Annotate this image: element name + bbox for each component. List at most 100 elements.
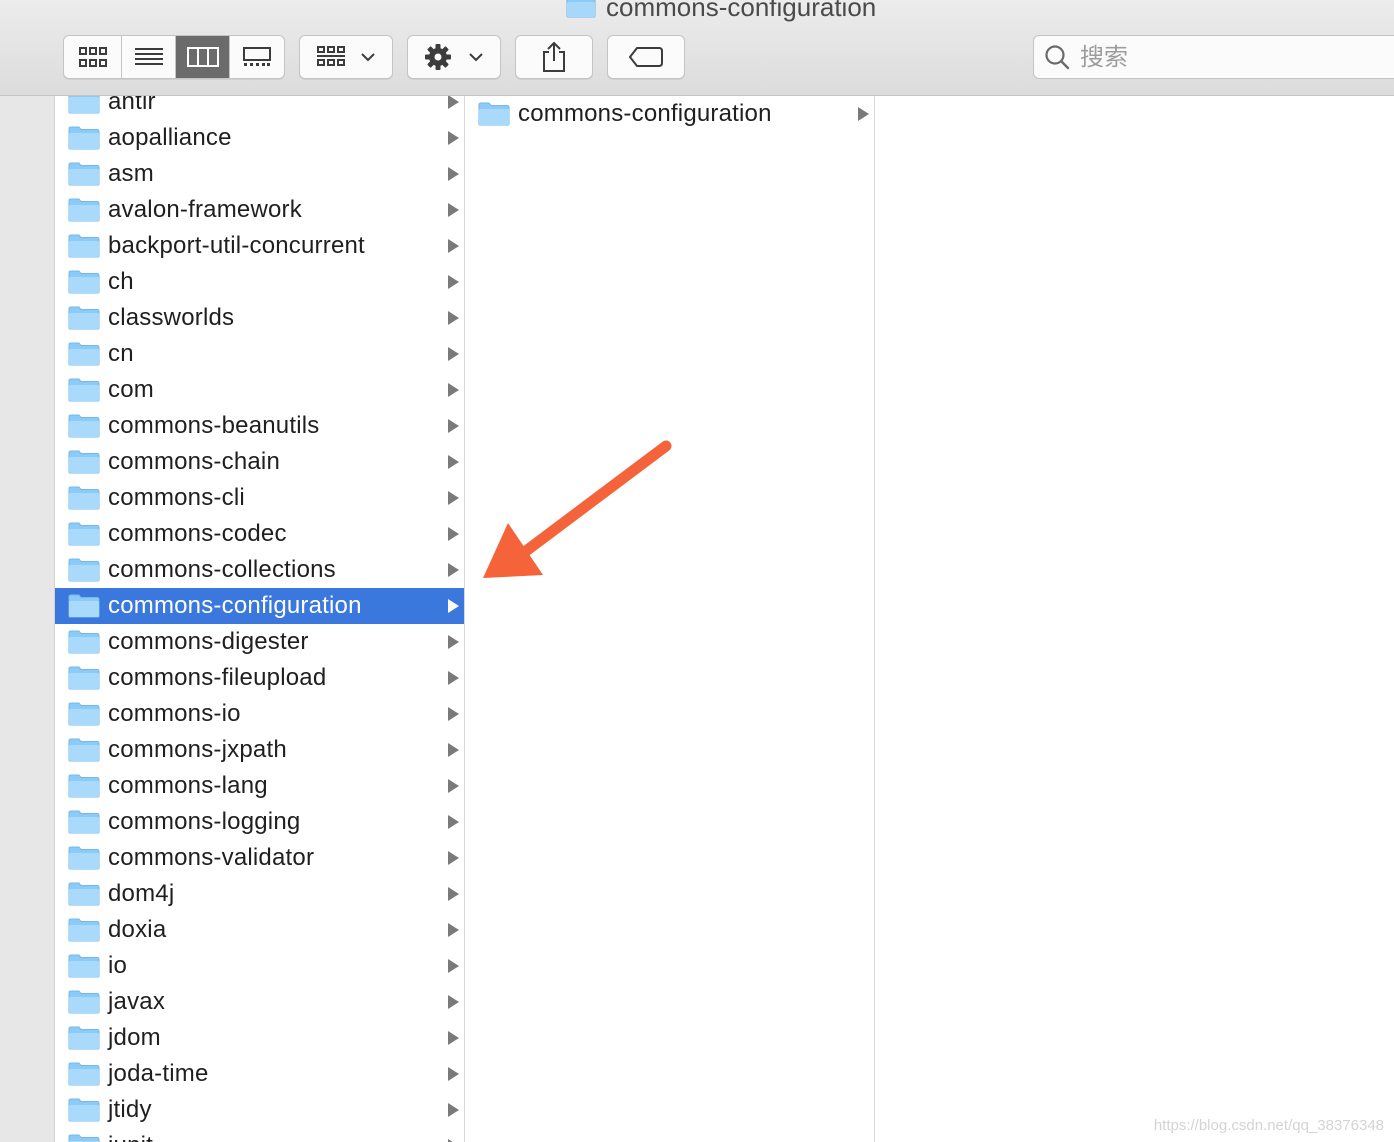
tag-icon <box>629 47 663 67</box>
folder-row[interactable]: commons-beanutils <box>55 408 464 444</box>
folder-name: aopalliance <box>108 124 232 151</box>
folder-list: antlr aopalliance asm avalon-framework b… <box>55 96 464 1142</box>
search-field[interactable] <box>1033 35 1394 79</box>
folder-name: commons-validator <box>108 844 315 871</box>
folder-row[interactable]: antlr <box>55 96 464 120</box>
folder-row[interactable]: asm <box>55 156 464 192</box>
folder-row[interactable]: junit <box>55 1128 464 1142</box>
view-mode-control <box>63 35 285 79</box>
chevron-down-icon <box>469 53 483 62</box>
folder-row[interactable]: backport-util-concurrent <box>55 228 464 264</box>
folder-row[interactable]: commons-lang <box>55 768 464 804</box>
folder-row[interactable]: commons-fileupload <box>55 660 464 696</box>
action-menu-content <box>408 36 500 78</box>
disclosure-arrow-icon <box>448 1067 459 1081</box>
folder-icon <box>68 774 100 798</box>
folder-name: jdom <box>108 1024 161 1051</box>
folder-row[interactable]: avalon-framework <box>55 192 464 228</box>
icon-view-button[interactable] <box>64 36 122 78</box>
disclosure-arrow-icon <box>448 527 459 541</box>
folder-row[interactable]: commons-logging <box>55 804 464 840</box>
disclosure-arrow-icon <box>858 107 869 121</box>
tag-button[interactable] <box>607 35 685 79</box>
window-title-text: commons-configuration <box>606 0 877 22</box>
folder-row[interactable]: commons-codec <box>55 516 464 552</box>
group-by-button[interactable] <box>299 35 393 79</box>
disclosure-arrow-icon <box>448 275 459 289</box>
list-view-button[interactable] <box>122 36 176 78</box>
folder-icon <box>68 990 100 1014</box>
folder-name: com <box>108 376 154 403</box>
column-view-button[interactable] <box>176 36 230 78</box>
folder-row[interactable]: commons-chain <box>55 444 464 480</box>
share-button[interactable] <box>515 35 593 79</box>
search-icon <box>1045 45 1070 70</box>
folder-row[interactable]: javax <box>55 984 464 1020</box>
folder-name: dom4j <box>108 880 175 907</box>
folder-row[interactable]: commons-collections <box>55 552 464 588</box>
folder-name: jtidy <box>108 1096 152 1123</box>
folder-name: commons-digester <box>108 628 309 655</box>
disclosure-arrow-icon <box>448 491 459 505</box>
folder-row[interactable]: cn <box>55 336 464 372</box>
action-menu-button[interactable] <box>407 35 501 79</box>
folder-row[interactable]: commons-validator <box>55 840 464 876</box>
folder-name: javax <box>108 988 166 1015</box>
folder-row[interactable]: commons-io <box>55 696 464 732</box>
disclosure-arrow-icon <box>448 419 459 433</box>
chevron-down-icon <box>361 53 375 62</box>
folder-row[interactable]: aopalliance <box>55 120 464 156</box>
folder-name: commons-jxpath <box>108 736 287 763</box>
disclosure-arrow-icon <box>448 707 459 721</box>
folder-name: commons-configuration <box>108 592 362 619</box>
folder-row[interactable]: jtidy <box>55 1092 464 1128</box>
disclosure-arrow-icon <box>448 851 459 865</box>
folder-row[interactable]: commons-cli <box>55 480 464 516</box>
folder-row[interactable]: joda-time <box>55 1056 464 1092</box>
disclosure-arrow-icon <box>448 311 459 325</box>
folder-name: commons-beanutils <box>108 412 320 439</box>
folder-name: commons-codec <box>108 520 287 547</box>
folder-icon <box>566 0 596 18</box>
folder-row[interactable]: dom4j <box>55 876 464 912</box>
folder-row[interactable]: classworlds <box>55 300 464 336</box>
folder-icon <box>68 414 100 438</box>
folder-list: commons-configuration <box>465 96 874 132</box>
folder-icon <box>68 234 100 258</box>
gallery-view-button[interactable] <box>230 36 284 78</box>
folder-row[interactable]: ch <box>55 264 464 300</box>
folder-icon <box>68 954 100 978</box>
folder-name: classworlds <box>108 304 235 331</box>
search-input[interactable] <box>1078 42 1382 72</box>
disclosure-arrow-icon <box>448 96 459 109</box>
disclosure-arrow-icon <box>448 383 459 397</box>
disclosure-arrow-icon <box>448 923 459 937</box>
disclosure-arrow-icon <box>448 563 459 577</box>
folder-row[interactable]: doxia <box>55 912 464 948</box>
folder-name: commons-cli <box>108 484 245 511</box>
folder-name: avalon-framework <box>108 196 302 223</box>
disclosure-arrow-icon <box>448 1103 459 1117</box>
folder-name: io <box>108 952 128 979</box>
grid-icon <box>78 47 107 67</box>
folder-row[interactable]: com <box>55 372 464 408</box>
folder-icon <box>68 702 100 726</box>
folder-row[interactable]: io <box>55 948 464 984</box>
watermark: https://blog.csdn.net/qq_38376348 <box>1153 1117 1384 1134</box>
folder-row[interactable]: jdom <box>55 1020 464 1056</box>
browser-column-2[interactable]: commons-configuration <box>465 96 875 1142</box>
folder-name: joda-time <box>108 1060 209 1087</box>
window-title: commons-configuration <box>566 0 876 22</box>
folder-icon <box>68 450 100 474</box>
disclosure-arrow-icon <box>448 167 459 181</box>
share-icon <box>543 41 565 72</box>
folder-row[interactable]: commons-jxpath <box>55 732 464 768</box>
folder-row[interactable]: commons-configuration <box>55 588 464 624</box>
browser-column-3[interactable] <box>875 96 1394 1142</box>
folder-row[interactable]: commons-configuration <box>465 96 874 132</box>
folder-name: commons-chain <box>108 448 280 475</box>
folder-row[interactable]: commons-digester <box>55 624 464 660</box>
browser-column-1[interactable]: antlr aopalliance asm avalon-framework b… <box>55 96 465 1142</box>
folder-name: commons-collections <box>108 556 336 583</box>
disclosure-arrow-icon <box>448 815 459 829</box>
